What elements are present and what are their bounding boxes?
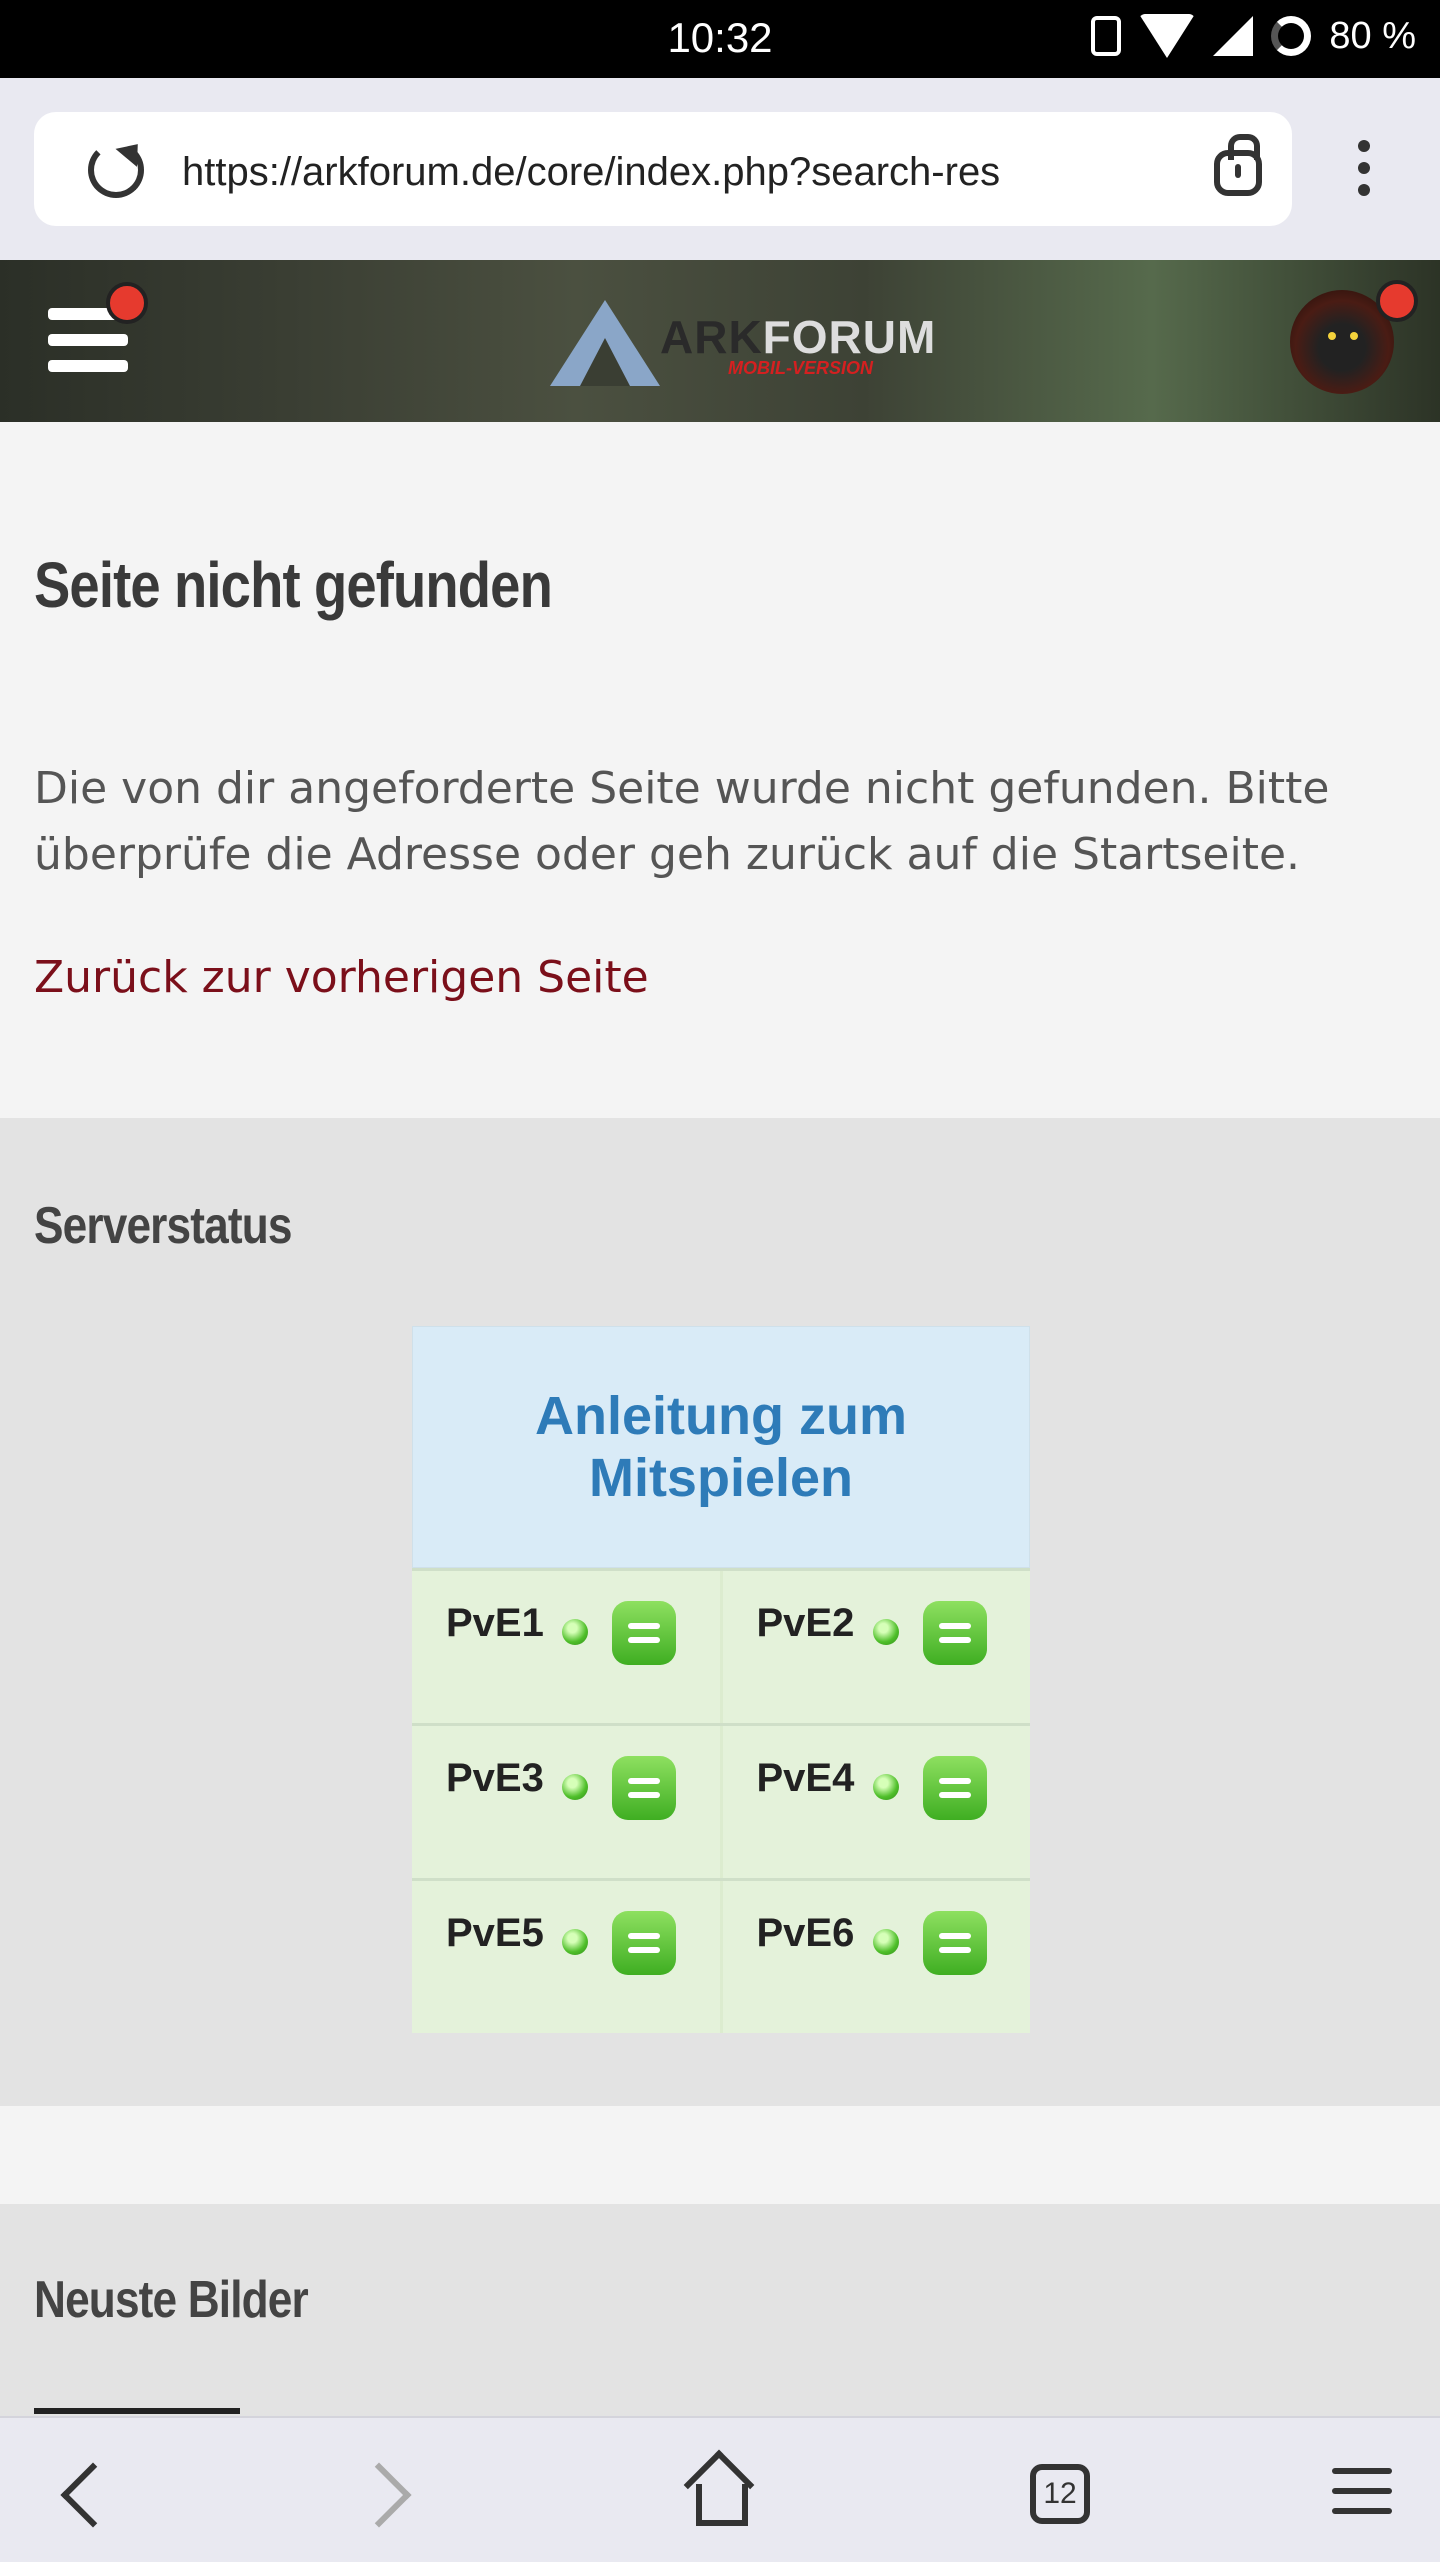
connect-icon[interactable] [922, 1601, 987, 1665]
lock-icon[interactable] [1214, 134, 1262, 196]
connect-icon[interactable] [612, 1601, 676, 1665]
online-status-icon [872, 1929, 899, 1955]
bottom-nav: 12 [0, 2416, 1440, 2562]
server-row: PvE5 PvE6 [412, 1878, 1030, 2033]
menu-notification-badge [106, 282, 148, 324]
connect-icon[interactable] [922, 1756, 987, 1820]
server-name: PvE1 [446, 1601, 544, 1645]
serverstatus-title: Serverstatus [34, 1197, 292, 1255]
server-cell: PvE6 [719, 1881, 1030, 2033]
server-cell: PvE4 [719, 1726, 1030, 1878]
battery-level: 80 % [1329, 14, 1416, 57]
server-table: Anleitung zum Mitspielen PvE1 PvE2 PvE3 … [412, 1326, 1030, 2033]
online-status-icon [562, 1619, 588, 1645]
signal-icon [1213, 16, 1254, 56]
connect-icon[interactable] [612, 1911, 676, 1975]
tab-underline [34, 2408, 240, 2414]
more-options-icon[interactable] [1358, 140, 1370, 200]
server-name: PvE5 [446, 1911, 544, 1955]
address-bar[interactable]: https://arkforum.de/core/index.php?searc… [34, 112, 1292, 226]
server-cell: PvE3 [412, 1726, 720, 1878]
page-description: Die von dir angeforderte Seite wurde nic… [34, 763, 1330, 880]
forward-icon[interactable] [346, 2454, 428, 2534]
server-cell: PvE1 [412, 1571, 720, 1723]
connect-icon[interactable] [612, 1756, 676, 1820]
server-row: PvE1 PvE2 [412, 1568, 1030, 1723]
logo-text: ARKFORUM [660, 310, 936, 364]
status-bar: 10:32 80 % [0, 0, 1440, 78]
server-cell: PvE5 [412, 1881, 720, 2033]
user-notification-badge [1376, 280, 1418, 322]
browser-toolbar: https://arkforum.de/core/index.php?searc… [0, 78, 1440, 260]
back-icon[interactable] [48, 2454, 128, 2534]
avatar-eyes [1328, 332, 1358, 342]
logo-triangle-inner [580, 338, 630, 386]
online-status-icon [562, 1774, 588, 1800]
online-status-icon [562, 1929, 588, 1955]
status-icons: 80 % [1091, 14, 1416, 58]
battery-icon [1271, 16, 1312, 56]
images-section-title: Neuste Bilder [34, 2271, 309, 2329]
wifi-icon [1139, 14, 1196, 58]
logo-text-dark: ARK [660, 311, 763, 363]
online-status-icon [872, 1619, 899, 1645]
vibrate-icon [1091, 16, 1122, 56]
menu-icon[interactable] [1332, 2468, 1412, 2548]
page-title: Seite nicht gefunden [34, 549, 553, 621]
guide-link[interactable]: Anleitung zum Mitspielen [412, 1326, 1030, 1568]
logo-text-light: FORUM [762, 311, 937, 363]
server-row: PvE3 PvE4 [412, 1723, 1030, 1878]
connect-icon[interactable] [922, 1911, 987, 1975]
server-cell: PvE2 [719, 1571, 1030, 1723]
site-header: ARKFORUM MOBIL-VERSION [0, 260, 1440, 422]
server-name: PvE4 [756, 1756, 855, 1800]
logo-subtitle: MOBIL-VERSION [728, 358, 874, 378]
back-link[interactable]: Zurück zur vorherigen Seite [34, 952, 649, 1003]
home-icon[interactable] [682, 2454, 762, 2534]
server-name: PvE3 [446, 1756, 544, 1800]
online-status-icon [872, 1774, 899, 1800]
url-text[interactable]: https://arkforum.de/core/index.php?searc… [182, 142, 1182, 202]
reload-icon[interactable] [88, 142, 144, 198]
images-section: Neuste Bilder [0, 2204, 1440, 2416]
tabs-icon[interactable]: 12 [1030, 2464, 1090, 2524]
server-name: PvE2 [756, 1601, 855, 1645]
server-name: PvE6 [756, 1911, 855, 1955]
site-logo[interactable]: ARKFORUM MOBIL-VERSION [550, 300, 935, 390]
